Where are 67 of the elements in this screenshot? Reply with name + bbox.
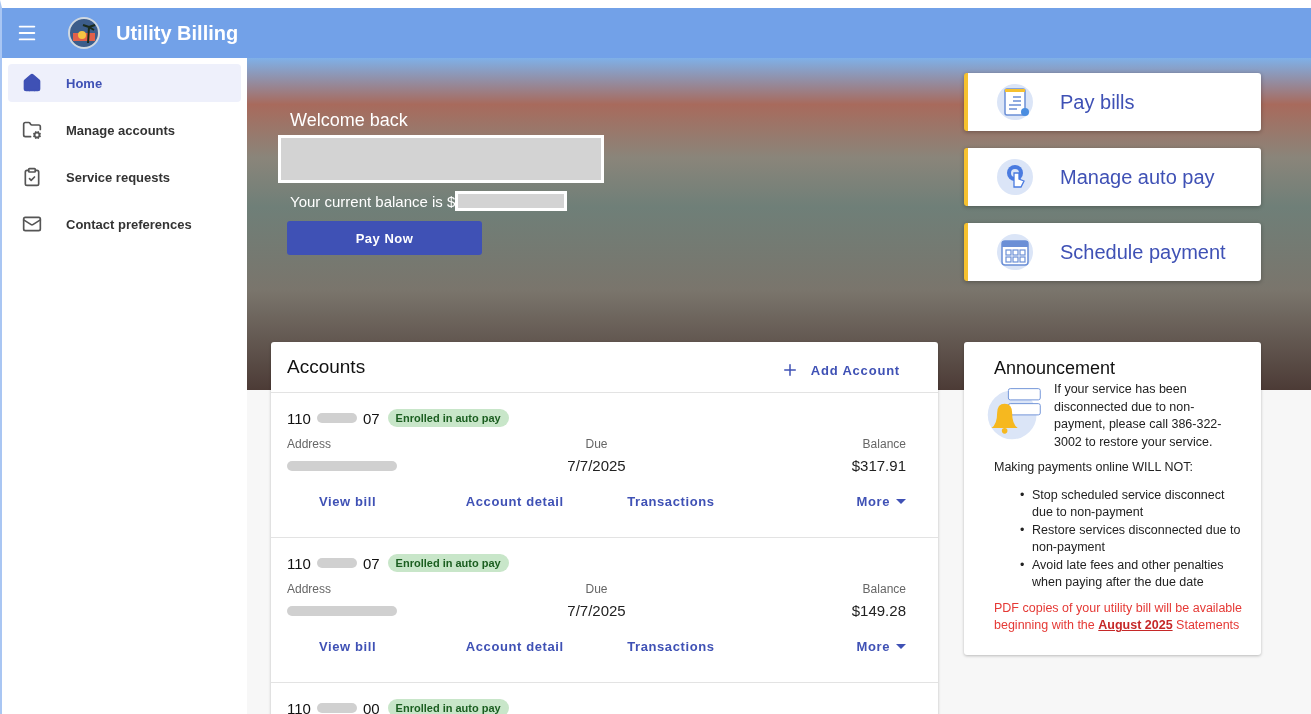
account-number: 110 [287, 409, 311, 427]
account-number: 07 [362, 409, 380, 427]
folder-gear-icon [22, 120, 42, 140]
more-dropdown[interactable]: More [856, 494, 906, 509]
notice-text: PDF copies of your utility bill will be available beginning with the August 2025 Statements [994, 599, 1243, 635]
card-title: Accounts [287, 356, 366, 378]
caret-icon [896, 499, 906, 504]
announcement-text: If your service has been disconnected due to non-payment, please call 386-322-3002 to restore your service. [1054, 381, 1223, 451]
bullet-item: Restore services disconnected due to non-payment [1032, 521, 1242, 557]
balance-text: Your current balance is $ [290, 192, 456, 210]
account-link[interactable]: View bill [319, 639, 377, 654]
bullet-item: Avoid late fees and other penalties when paying after the due date [1032, 556, 1225, 592]
sidebar-item[interactable]: Home [8, 64, 241, 102]
status-badge: Enrolled in auto pay [387, 409, 509, 427]
account-link[interactable]: View bill [319, 494, 377, 509]
statement-link[interactable]: August 2025 [1098, 618, 1173, 633]
balance-amount: $317.91 [851, 457, 906, 474]
field-label: Address [287, 582, 332, 596]
quick-action-label: Pay bills [1060, 90, 1135, 114]
account-link[interactable]: Transactions [627, 494, 715, 509]
envelope-icon [22, 214, 42, 234]
app-title: Utility Billing [116, 21, 239, 45]
welcome-text: Welcome back [290, 110, 408, 131]
quick-action-label: Manage auto pay [1060, 165, 1215, 189]
add-account-button[interactable]: Add Account [780, 361, 900, 379]
redacted-text [316, 558, 357, 568]
bullet-item: Stop scheduled service disconnect due to non-payment [1032, 486, 1226, 522]
account-number: 07 [362, 554, 380, 572]
quick-action-card[interactable]: Schedule payment [964, 223, 1261, 281]
field-label: Balance [862, 437, 906, 451]
balance-amount: $149.28 [851, 602, 906, 619]
status-badge: Enrolled in auto pay [387, 699, 509, 714]
sidebar-item[interactable]: Service requests [8, 158, 241, 196]
status-badge: Enrolled in auto pay [387, 554, 509, 572]
quick-action-card[interactable]: Manage auto pay [964, 148, 1261, 206]
field-label: Due [585, 582, 608, 596]
bullet-marker: • [1020, 486, 1026, 504]
more-dropdown[interactable]: More [856, 639, 906, 654]
home-icon [22, 73, 42, 93]
field-label: Address [287, 437, 332, 451]
quick-action-label: Schedule payment [1060, 240, 1226, 264]
announcement-subheading: Making payments online WILL NOT: [994, 459, 1194, 477]
account-number: 00 [362, 699, 380, 714]
quick-action-card[interactable]: Pay bills [964, 73, 1261, 131]
account-link[interactable]: Account detail [465, 494, 564, 509]
calendar-icon [996, 233, 1034, 271]
due-date: 7/7/2025 [567, 602, 626, 619]
redacted-text [316, 703, 357, 713]
pay-now-button[interactable]: Pay Now [287, 221, 482, 255]
account-link[interactable]: Account detail [465, 639, 564, 654]
field-label: Due [585, 437, 608, 451]
account-number: 110 [287, 699, 311, 714]
field-label: Balance [862, 582, 906, 596]
due-date: 7/7/2025 [567, 457, 626, 474]
caret-icon [896, 644, 906, 649]
account-link[interactable]: Transactions [627, 639, 715, 654]
sidebar-item[interactable]: Contact preferences [8, 205, 241, 243]
card-title: Announcement [994, 357, 1117, 380]
account-number: 110 [287, 554, 311, 572]
logo-icon [68, 17, 100, 49]
sidebar-item[interactable]: Manage accounts [8, 111, 241, 149]
bill-document-icon [996, 83, 1034, 121]
bullet-marker: • [1020, 521, 1026, 539]
clipboard-check-icon [22, 167, 42, 187]
redacted-text [316, 413, 357, 423]
bullet-marker: • [1020, 556, 1026, 574]
touch-hand-icon [996, 158, 1034, 196]
